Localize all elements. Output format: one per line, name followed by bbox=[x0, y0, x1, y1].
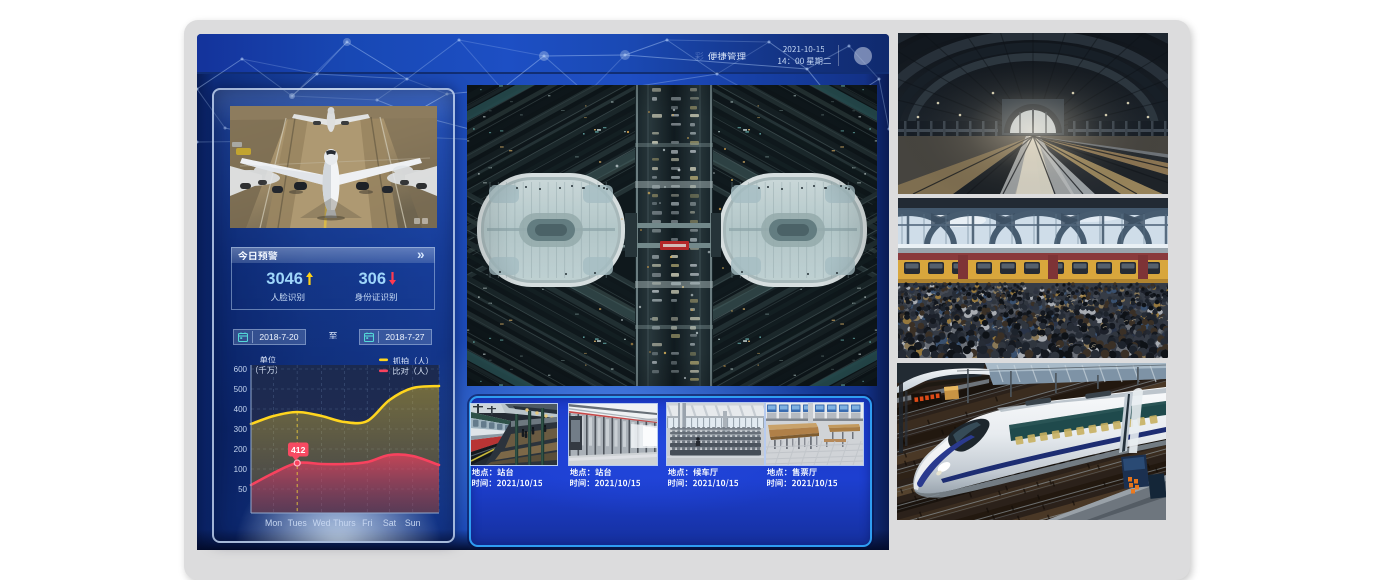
svg-text:400: 400 bbox=[234, 405, 248, 414]
svg-text:Mon: Mon bbox=[265, 518, 282, 528]
svg-text:Fri: Fri bbox=[362, 518, 372, 528]
svg-text:Tues: Tues bbox=[288, 518, 308, 528]
svg-text:Sun: Sun bbox=[405, 518, 421, 528]
svg-text:100: 100 bbox=[234, 465, 248, 474]
svg-text:500: 500 bbox=[234, 385, 248, 394]
svg-text:Wed: Wed bbox=[313, 518, 331, 528]
svg-text:Thurs: Thurs bbox=[333, 518, 356, 528]
svg-text:600: 600 bbox=[234, 365, 248, 374]
svg-text:412: 412 bbox=[291, 445, 306, 455]
svg-text:200: 200 bbox=[234, 445, 248, 454]
svg-text:300: 300 bbox=[234, 425, 248, 434]
svg-text:Sat: Sat bbox=[383, 518, 397, 528]
svg-text:50: 50 bbox=[238, 485, 247, 494]
